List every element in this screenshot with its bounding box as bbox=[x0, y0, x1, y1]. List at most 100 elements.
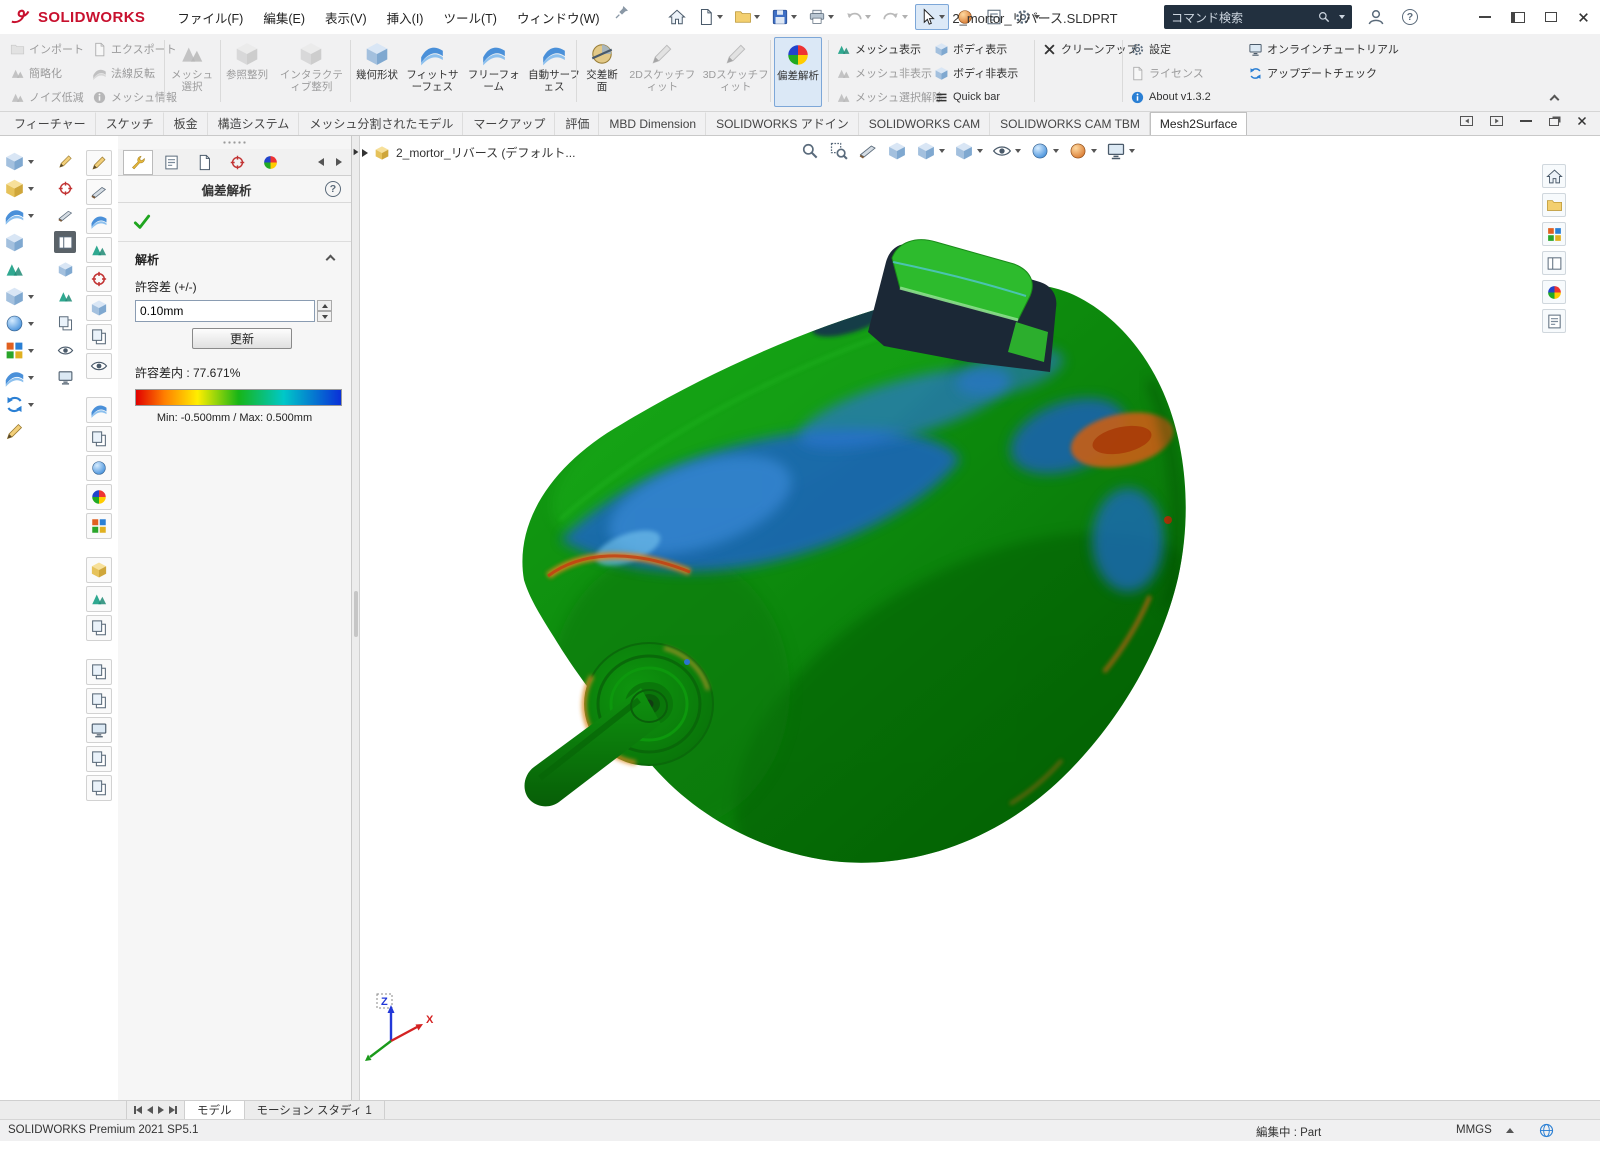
btn-mesh-hide[interactable]: メッシュ非表示 bbox=[832, 61, 930, 85]
status-units[interactable]: MMGS bbox=[1456, 1124, 1492, 1136]
btn-geometry[interactable]: 幾何形状 bbox=[354, 37, 400, 107]
pm-tab-feature-tree[interactable] bbox=[156, 150, 186, 175]
btn-license[interactable]: ライセンス bbox=[1126, 61, 1236, 85]
toolbar-button[interactable] bbox=[2, 366, 36, 389]
prev-tab-button[interactable] bbox=[147, 1106, 153, 1114]
toolbar-button[interactable] bbox=[54, 312, 76, 334]
pm-help-icon[interactable]: ? bbox=[325, 181, 341, 197]
menu-tools[interactable]: ツール(T) bbox=[433, 4, 506, 31]
task-pane-resources-button[interactable] bbox=[1542, 193, 1566, 217]
menu-view[interactable]: 表示(V) bbox=[315, 4, 377, 31]
toolbar-button[interactable] bbox=[2, 177, 36, 200]
minimize-window-icon[interactable] bbox=[1479, 16, 1491, 18]
btn-noise-reduction[interactable]: ノイズ低減 bbox=[6, 85, 88, 109]
pane-left-icon[interactable] bbox=[1460, 116, 1473, 126]
tab-motion-study[interactable]: モーション スタディ 1 bbox=[245, 1101, 385, 1119]
toolbar-button[interactable] bbox=[86, 615, 112, 641]
next-tab-button[interactable] bbox=[158, 1106, 164, 1114]
btn-quick-bar[interactable]: Quick bar bbox=[930, 85, 1030, 109]
btn-2d-sketch-fit[interactable]: 2Dスケッチフィット bbox=[627, 37, 697, 107]
pm-nav-left-icon[interactable] bbox=[318, 158, 324, 166]
toolbar-button-active[interactable] bbox=[54, 231, 76, 253]
btn-3d-sketch-fit[interactable]: 3Dスケッチフィット bbox=[701, 37, 771, 107]
pm-tab-appearances[interactable] bbox=[255, 150, 285, 175]
toolbar-button[interactable] bbox=[2, 150, 36, 173]
toolbar-button[interactable] bbox=[86, 353, 112, 379]
toolbar-button[interactable] bbox=[54, 285, 76, 307]
toolbar-button[interactable] bbox=[2, 393, 36, 416]
close-document-icon[interactable] bbox=[1576, 115, 1588, 127]
toolbar-button[interactable] bbox=[86, 586, 112, 612]
btn-mesh-show[interactable]: メッシュ表示 bbox=[832, 37, 930, 61]
splitter-expand-icon[interactable] bbox=[354, 149, 359, 155]
units-caret-icon[interactable] bbox=[1506, 1128, 1514, 1133]
tolerance-input[interactable] bbox=[135, 300, 315, 322]
toolbar-button[interactable] bbox=[86, 455, 112, 481]
tab-sheet-metal[interactable]: 板金 bbox=[164, 112, 208, 135]
btn-mesh-deselect[interactable]: メッシュ選択解除 bbox=[832, 85, 930, 109]
btn-about[interactable]: About v1.3.2 bbox=[1126, 85, 1236, 109]
apply-scene-button[interactable] bbox=[1068, 141, 1097, 161]
toolbar-button[interactable] bbox=[86, 150, 112, 176]
toolbar-button[interactable] bbox=[2, 285, 36, 308]
btn-body-hide[interactable]: ボディ非表示 bbox=[930, 61, 1030, 85]
search-icon[interactable] bbox=[1317, 10, 1331, 24]
undo-button[interactable] bbox=[841, 4, 875, 30]
btn-deviation-analysis[interactable]: 偏差解析 bbox=[774, 37, 822, 107]
model-canvas[interactable]: Z X Y bbox=[360, 136, 1600, 1100]
tab-features[interactable]: フィーチャー bbox=[4, 112, 96, 135]
toolbar-button[interactable] bbox=[86, 295, 112, 321]
search-input[interactable]: コマンド検索 bbox=[1171, 9, 1311, 26]
first-tab-button[interactable] bbox=[134, 1106, 142, 1114]
toolbar-button[interactable] bbox=[54, 339, 76, 361]
ok-check-icon[interactable] bbox=[132, 212, 152, 232]
stepper-down-button[interactable] bbox=[317, 311, 332, 322]
btn-ref-align[interactable]: 参照整列 bbox=[224, 37, 270, 107]
toolbar-button[interactable] bbox=[86, 484, 112, 510]
toolbar-button[interactable] bbox=[86, 208, 112, 234]
zoom-fit-button[interactable] bbox=[800, 141, 820, 161]
close-window-icon[interactable] bbox=[1577, 11, 1590, 24]
command-search-box[interactable]: コマンド検索 bbox=[1164, 5, 1352, 29]
toolbar-button[interactable] bbox=[86, 397, 112, 423]
task-pane-appearances-button[interactable] bbox=[1542, 280, 1566, 304]
btn-simplify[interactable]: 簡略化 bbox=[6, 61, 88, 85]
toolbar-button[interactable] bbox=[2, 339, 36, 362]
menu-window[interactable]: ウィンドウ(W) bbox=[507, 4, 610, 31]
pane-right-icon[interactable] bbox=[1490, 116, 1503, 126]
restore-document-icon[interactable] bbox=[1549, 118, 1559, 126]
toolbar-button[interactable] bbox=[86, 775, 112, 801]
btn-body-show[interactable]: ボディ表示 bbox=[930, 37, 1030, 61]
toolbar-button[interactable] bbox=[86, 746, 112, 772]
menu-insert[interactable]: 挿入(I) bbox=[377, 4, 434, 31]
tab-evaluate[interactable]: 評価 bbox=[555, 112, 599, 135]
tab-structure-system[interactable]: 構造システム bbox=[208, 112, 300, 135]
zoom-area-button[interactable] bbox=[829, 141, 849, 161]
menu-file[interactable]: ファイル(F) bbox=[167, 4, 253, 31]
save-button[interactable] bbox=[767, 4, 801, 30]
toolbar-button[interactable] bbox=[2, 204, 36, 227]
help-icon[interactable]: ? bbox=[1402, 9, 1418, 25]
hide-show-items-button[interactable] bbox=[992, 141, 1021, 161]
toolbar-button[interactable] bbox=[2, 420, 36, 443]
tab-mesh2surface[interactable]: Mesh2Surface bbox=[1150, 112, 1247, 135]
toolbar-button[interactable] bbox=[2, 258, 36, 281]
tab-mesh-model[interactable]: メッシュ分割されたモデル bbox=[299, 112, 463, 135]
ribbon-collapse-chevron-icon[interactable] bbox=[1550, 95, 1560, 105]
panel-splitter[interactable] bbox=[352, 136, 360, 1100]
task-pane-home-button[interactable] bbox=[1542, 164, 1566, 188]
toolbar-button[interactable] bbox=[86, 688, 112, 714]
edit-appearance-button[interactable] bbox=[1030, 141, 1059, 161]
panel-grip[interactable] bbox=[222, 140, 248, 146]
btn-settings[interactable]: 設定 bbox=[1126, 37, 1236, 61]
toolbar-button[interactable] bbox=[54, 366, 76, 388]
task-pane-custom-props-button[interactable] bbox=[1542, 309, 1566, 333]
toolbar-button[interactable] bbox=[54, 204, 76, 226]
open-button[interactable] bbox=[730, 4, 764, 30]
user-account-icon[interactable] bbox=[1366, 7, 1386, 27]
tab-mbd-dimension[interactable]: MBD Dimension bbox=[599, 112, 706, 135]
btn-update-check[interactable]: アップデートチェック bbox=[1244, 61, 1394, 85]
pm-tab-configurations[interactable] bbox=[189, 150, 219, 175]
toolbar-button[interactable] bbox=[86, 659, 112, 685]
toolbar-button[interactable] bbox=[86, 426, 112, 452]
